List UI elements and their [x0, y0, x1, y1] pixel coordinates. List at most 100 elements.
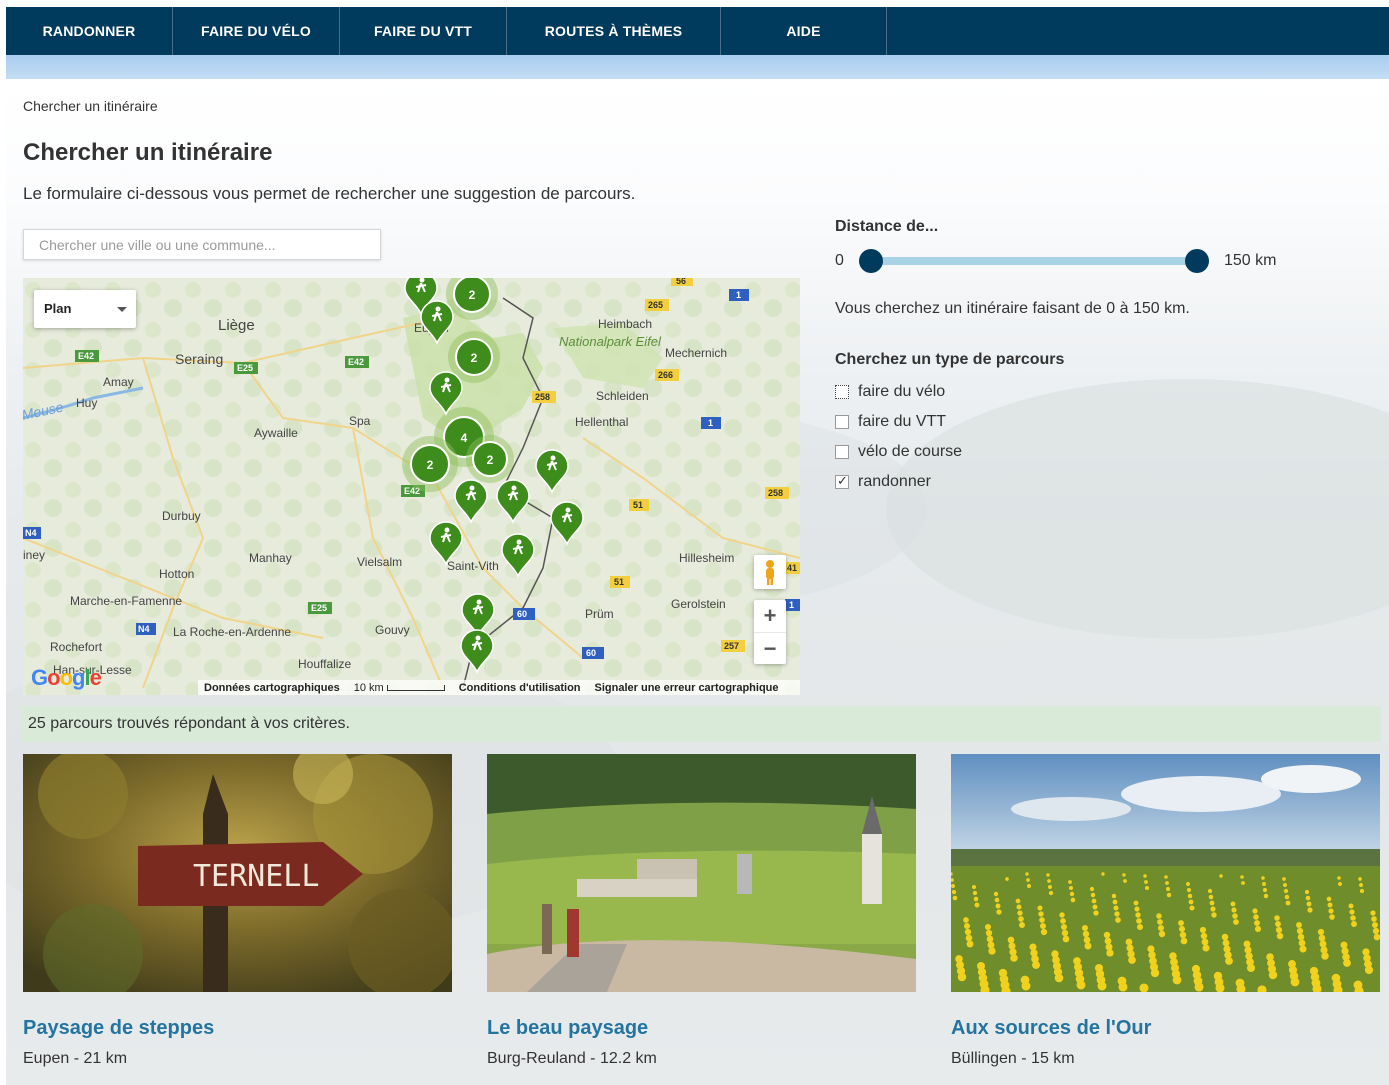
- page-title: Chercher un itinéraire: [23, 139, 273, 166]
- svg-text:2: 2: [427, 458, 434, 472]
- cluster-marker[interactable]: 2: [466, 435, 514, 483]
- svg-text:E42: E42: [348, 357, 364, 367]
- pegman-icon[interactable]: [754, 555, 786, 589]
- road-shield: N4: [136, 623, 156, 635]
- map-label: Durbuy: [162, 509, 201, 523]
- checkbox-label: randonner: [858, 473, 931, 490]
- map-canvas[interactable]: Liège Seraing Amay Huy Meuse Aywaille Sp…: [23, 278, 800, 695]
- road-shield: E42: [345, 356, 369, 368]
- road-shield: 51: [610, 576, 630, 588]
- distance-slider[interactable]: [859, 249, 1209, 273]
- checkbox-label: faire du VTT: [858, 413, 947, 430]
- svg-text:E25: E25: [311, 603, 327, 613]
- nav-randonner[interactable]: RANDONNER: [6, 7, 173, 55]
- route-type-label: Cherchez un type de parcours: [835, 351, 1065, 368]
- road-shield: 51: [629, 499, 649, 511]
- route-title-link[interactable]: Aux sources de l'Our: [951, 1017, 1151, 1040]
- map-report-link[interactable]: Signaler une erreur cartographique: [595, 682, 779, 694]
- chevron-down-icon: [117, 307, 127, 312]
- page-intro: Le formulaire ci-dessous vous permet de …: [23, 184, 636, 203]
- map-label: iney: [23, 548, 45, 562]
- route-image[interactable]: [487, 754, 916, 992]
- checkbox-velo-de-course[interactable]: vélo de course: [835, 443, 962, 461]
- svg-text:60: 60: [517, 609, 527, 619]
- route-title-link[interactable]: Paysage de steppes: [23, 1017, 214, 1040]
- map-label: Hillesheim: [679, 551, 734, 565]
- map-label: La Roche-en-Ardenne: [173, 625, 291, 639]
- map-data-link[interactable]: Données cartographiques: [204, 682, 340, 694]
- zoom-out-button[interactable]: −: [754, 632, 786, 664]
- slider-max-handle[interactable]: [1185, 249, 1209, 273]
- svg-text:N4: N4: [138, 624, 150, 634]
- slider-min-handle[interactable]: [859, 249, 883, 273]
- nav-faire-du-vtt[interactable]: FAIRE DU VTT: [340, 7, 507, 55]
- checkbox[interactable]: [835, 445, 849, 459]
- checkbox-faire-du-vtt[interactable]: faire du VTT: [835, 413, 946, 431]
- road-shield: E25: [308, 602, 332, 614]
- svg-text:2: 2: [469, 288, 476, 302]
- route-title-link[interactable]: Le beau paysage: [487, 1017, 648, 1040]
- checkbox-randonner[interactable]: randonner: [835, 473, 931, 491]
- road-shield: 1: [729, 289, 749, 301]
- road-shield: 1: [785, 599, 800, 611]
- checkbox[interactable]: [835, 415, 849, 429]
- map-terms-link[interactable]: Conditions d'utilisation: [459, 682, 581, 694]
- svg-text:258: 258: [768, 488, 783, 498]
- nav-faire-du-velo[interactable]: FAIRE DU VÉLO: [173, 7, 340, 55]
- map-label: Liège: [218, 317, 255, 334]
- route-image[interactable]: TERNELL: [23, 754, 452, 992]
- svg-text:1: 1: [789, 600, 794, 610]
- route-subtitle: Büllingen - 15 km: [951, 1050, 1075, 1067]
- road-shield: 265: [645, 299, 669, 311]
- svg-text:60: 60: [586, 648, 596, 658]
- header-band: [6, 55, 1389, 79]
- map-label: Heimbach: [598, 317, 652, 331]
- map-label: Nationalpark Eifel: [559, 334, 662, 349]
- zoom-in-button[interactable]: +: [754, 600, 786, 632]
- nav-aide[interactable]: AIDE: [721, 7, 887, 55]
- zoom-control: + −: [754, 600, 786, 664]
- map-label: Gerolstein: [671, 597, 726, 611]
- city-search-input[interactable]: [23, 229, 381, 260]
- map-label: Saint-Vith: [447, 559, 499, 573]
- road-shield: E25: [234, 362, 258, 374]
- road-shield: 60: [513, 608, 535, 620]
- map-label: Hotton: [159, 567, 194, 581]
- route-card[interactable]: Aux sources de l'Our Büllingen - 15 km: [951, 754, 1380, 1067]
- map-scale: 10 km: [354, 682, 445, 694]
- map-label: Prüm: [585, 607, 614, 621]
- svg-text:56: 56: [676, 278, 686, 286]
- slider-track[interactable]: [871, 257, 1197, 265]
- map-type-select[interactable]: Plan: [34, 290, 136, 328]
- cluster-marker[interactable]: 2: [402, 436, 458, 492]
- route-card[interactable]: TERNELL Paysage de steppes Eupen - 21 km: [23, 754, 452, 1067]
- checkbox[interactable]: [835, 385, 849, 399]
- route-image[interactable]: [951, 754, 1380, 992]
- road-shield: 258: [765, 487, 789, 499]
- road-shield: 1: [701, 417, 721, 429]
- route-map[interactable]: Liège Seraing Amay Huy Meuse Aywaille Sp…: [23, 278, 800, 695]
- map-label: Mechernich: [665, 346, 727, 360]
- svg-text:1: 1: [736, 290, 741, 300]
- map-label: Huy: [76, 396, 97, 410]
- map-label: Schleiden: [596, 389, 649, 403]
- checkbox[interactable]: [835, 473, 849, 489]
- checkbox-label: vélo de course: [858, 443, 963, 460]
- map-label: Gouvy: [375, 623, 410, 637]
- svg-text:266: 266: [658, 370, 673, 380]
- checkbox-label: faire du vélo: [858, 383, 946, 400]
- map-label: Houffalize: [298, 657, 351, 671]
- svg-text:257: 257: [724, 641, 739, 651]
- nav-routes-a-themes[interactable]: ROUTES À THÈMES: [507, 7, 721, 55]
- svg-text:41: 41: [787, 563, 797, 573]
- svg-text:258: 258: [535, 392, 550, 402]
- road-shield: E42: [75, 350, 99, 362]
- route-card[interactable]: Le beau paysage Burg-Reuland - 12.2 km: [487, 754, 916, 1067]
- map-label: Aywaille: [254, 426, 298, 440]
- google-logo: Google: [31, 665, 102, 690]
- checkbox-faire-du-velo[interactable]: faire du vélo: [835, 383, 945, 401]
- main-navigation: RANDONNER FAIRE DU VÉLO FAIRE DU VTT ROU…: [6, 7, 1389, 55]
- map-label: Spa: [349, 414, 371, 428]
- map-label: Seraing: [175, 351, 223, 367]
- road-shield: N4: [23, 527, 41, 539]
